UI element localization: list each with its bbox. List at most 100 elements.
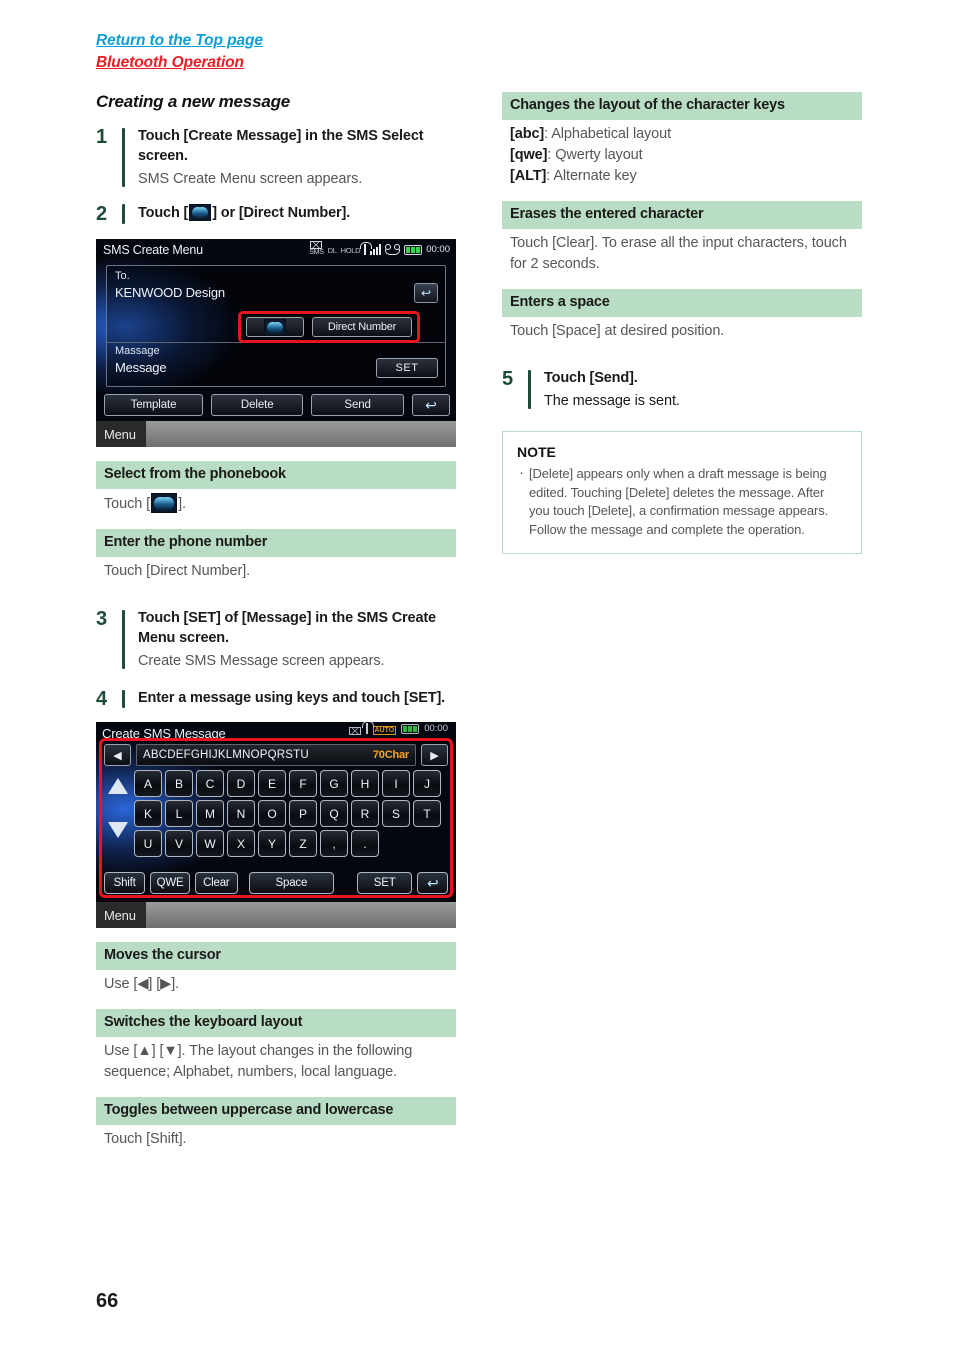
hold-label: HOLD — [340, 246, 361, 255]
step-rule — [528, 370, 531, 409]
send-button[interactable]: Send — [311, 394, 404, 416]
key[interactable]: V — [165, 830, 193, 857]
key[interactable]: I — [382, 770, 410, 797]
key[interactable]: G — [320, 770, 348, 797]
envelope-icon — [310, 241, 323, 249]
green-body-changes-layout: [abc]: Alphabetical layout [qwe]: Qwerty… — [502, 120, 862, 187]
green-header-select-phonebook: Select from the phonebook — [96, 461, 456, 489]
key-row: A B C D E F G H I J — [134, 770, 448, 797]
green-body-post: ]. — [178, 496, 186, 512]
layout-key-abc: [abc] — [510, 126, 545, 142]
create-sms-message-screenshot: Create SMS Message AUTO 00:00 ◀ ABCDEFGH… — [96, 722, 456, 928]
key[interactable]: T — [413, 800, 441, 827]
key[interactable]: Z — [289, 830, 317, 857]
green-body-enter-number: Touch [Direct Number]. — [104, 563, 251, 579]
step-heading-pre: Touch [ — [138, 205, 189, 221]
step-number: 1 — [96, 126, 108, 148]
layout-text-abc: : Alphabetical layout — [544, 126, 672, 142]
message-set-button[interactable]: SET — [376, 358, 438, 378]
key[interactable]: K — [134, 800, 162, 827]
message-value: Message — [115, 360, 167, 375]
menu-tab-label[interactable]: Menu — [96, 421, 146, 447]
cursor-left-icon[interactable]: ◀ — [104, 744, 131, 766]
left-column: Creating a new message 1 Touch [Create M… — [96, 92, 456, 1150]
key[interactable]: P — [289, 800, 317, 827]
step-3: 3 Touch [SET] of [Message] in the SMS Cr… — [96, 608, 456, 671]
back-button[interactable]: ↩ — [417, 872, 448, 894]
key[interactable]: N — [227, 800, 255, 827]
key[interactable]: O — [258, 800, 286, 827]
step-heading: Touch [SET] of [Message] in the SMS Crea… — [138, 610, 436, 646]
key[interactable]: A — [134, 770, 162, 797]
key[interactable]: J — [413, 770, 441, 797]
layout-line-qwe: [qwe]: Qwerty layout — [510, 145, 854, 166]
delete-button[interactable]: Delete — [211, 394, 304, 416]
key[interactable]: B — [165, 770, 193, 797]
key[interactable]: C — [196, 770, 224, 797]
green-body-switch-layout: Use [▲] [▼]. The layout changes in the f… — [104, 1043, 413, 1080]
note-title: NOTE — [517, 444, 556, 460]
green-body-pre: Touch [ — [104, 496, 151, 512]
key[interactable]: E — [258, 770, 286, 797]
key[interactable]: R — [351, 800, 379, 827]
key[interactable]: D — [227, 770, 255, 797]
manual-page: Return to the Top page Bluetooth Operati… — [0, 0, 954, 1354]
sms-create-menu-screenshot: SMS Create Menu SMS DL HOLD 00:00 To. KE… — [96, 239, 456, 447]
bluetooth-operation-link[interactable]: Bluetooth Operation — [96, 52, 263, 74]
key[interactable]: H — [351, 770, 379, 797]
step-number: 5 — [502, 368, 514, 390]
space-button[interactable]: Space — [248, 872, 334, 894]
green-header-erases-character: Erases the entered character — [502, 201, 862, 229]
key[interactable]: F — [289, 770, 317, 797]
set-button[interactable]: SET — [356, 872, 413, 894]
to-value: KENWOOD Design — [115, 285, 225, 300]
menu-tab-label[interactable]: Menu — [96, 902, 146, 928]
back-button[interactable]: ↩ — [411, 394, 450, 416]
green-body-enters-space: Touch [Space] at desired position. — [510, 323, 725, 339]
char-counter: 70Char — [372, 749, 409, 761]
step-heading: Touch [Create Message] in the SMS Select… — [138, 128, 424, 164]
green-body-select-phonebook: Touch []. — [96, 489, 456, 515]
key[interactable]: M — [196, 800, 224, 827]
cursor-right-icon[interactable]: ▶ — [421, 744, 448, 766]
sms-label: SMS — [309, 249, 324, 256]
layout-line-abc: [abc]: Alphabetical layout — [510, 124, 854, 145]
layout-key-alt: [ALT] — [510, 168, 547, 184]
key[interactable]: S — [382, 800, 410, 827]
key[interactable]: U — [134, 830, 162, 857]
dl-label: DL — [327, 246, 337, 255]
step-rule — [122, 128, 125, 187]
key[interactable]: . — [351, 830, 379, 857]
step-number: 4 — [96, 688, 108, 710]
step-rule — [122, 610, 125, 669]
step-description: Create SMS Message screen appears. — [138, 653, 385, 669]
screen-title: SMS Create Menu — [103, 243, 203, 257]
key[interactable]: Y — [258, 830, 286, 857]
key-row: U V W X Y Z , . — [134, 830, 448, 857]
keyboard-bottom-buttons: Shift QWE Clear Space SET ↩ — [104, 872, 448, 894]
layout-switch-arrows[interactable] — [104, 770, 132, 854]
key[interactable]: L — [165, 800, 193, 827]
step-heading: Touch [] or [Direct Number]. — [138, 203, 456, 223]
antenna-icon — [360, 242, 373, 255]
return-to-top-link[interactable]: Return to the Top page — [96, 30, 263, 52]
back-icon[interactable]: ↩ — [414, 283, 438, 303]
step-description: SMS Create Menu screen appears. — [138, 171, 363, 187]
status-bar: AUTO 00:00 — [348, 722, 448, 735]
text-entry-field[interactable]: ABCDEFGHIJKLMNOPQRSTU 70Char — [136, 744, 416, 766]
triangle-down-icon[interactable] — [108, 822, 128, 838]
green-body-moves-cursor: Use [◀] [▶]. — [104, 976, 180, 992]
note-item: [Delete] appears only when a draft messa… — [517, 464, 847, 539]
template-button[interactable]: Template — [104, 394, 204, 416]
clear-button[interactable]: Clear — [194, 872, 238, 894]
triangle-up-icon[interactable] — [108, 778, 128, 794]
shift-button[interactable]: Shift — [104, 872, 146, 894]
key[interactable]: , — [320, 830, 348, 857]
key[interactable]: W — [196, 830, 224, 857]
key[interactable]: X — [227, 830, 255, 857]
qwe-button[interactable]: QWE — [150, 872, 190, 894]
step-heading: Touch [Send]. — [544, 370, 638, 386]
step-1: 1 Touch [Create Message] in the SMS Sele… — [96, 126, 456, 189]
right-column: Changes the layout of the character keys… — [502, 92, 862, 554]
key[interactable]: Q — [320, 800, 348, 827]
